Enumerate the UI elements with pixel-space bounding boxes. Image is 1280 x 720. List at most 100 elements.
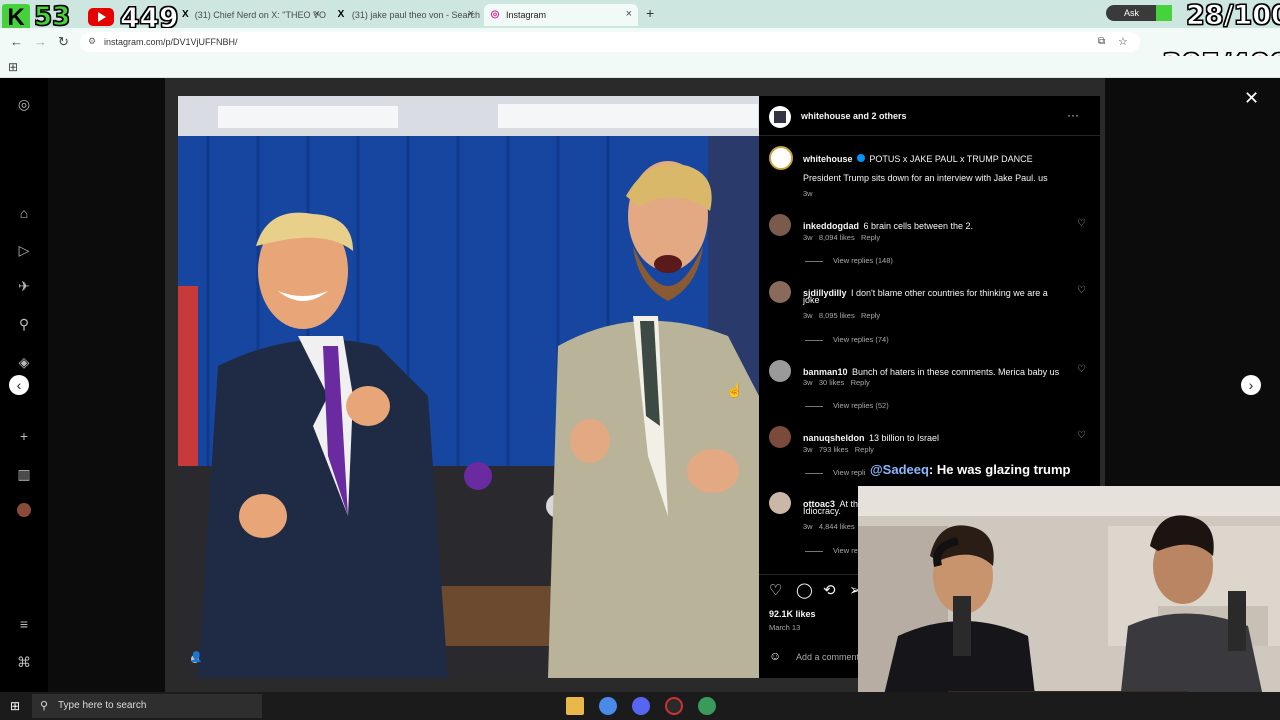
like-comment-icon[interactable]: ♡	[1077, 430, 1086, 441]
replies-line	[805, 550, 823, 552]
x-icon: X	[182, 9, 189, 20]
reply-button[interactable]: Reply	[861, 311, 880, 320]
post-header: whitehouse and 2 others ···	[759, 96, 1100, 136]
close-tab-icon[interactable]: ×	[626, 8, 632, 20]
search-icon[interactable]: ⚲	[14, 314, 34, 334]
explore-icon[interactable]: ✈	[14, 276, 34, 296]
url-field[interactable]: ⚙ instagram.com/p/DV1VjUFFNBH/	[80, 32, 1140, 52]
chrome-icon[interactable]	[599, 697, 617, 715]
instagram-logo-icon[interactable]: ◎	[14, 94, 34, 114]
comment-row: nanuqsheldon 13 billion to Israel	[803, 428, 939, 446]
view-replies-button[interactable]: View repli	[805, 468, 865, 477]
comment-meta: 3w 4,844 likes	[803, 522, 855, 531]
dashboard-icon[interactable]: ▥	[14, 464, 34, 484]
comment-username[interactable]: nanuqsheldon	[803, 433, 865, 443]
comment-row: sjdillydilly I don't blame other countri…	[803, 283, 1048, 301]
view-replies-button[interactable]: View re	[805, 546, 858, 555]
comment-meta: 3w 8,094 likes Reply	[803, 233, 880, 242]
caption-body: President Trump sits down for an intervi…	[803, 173, 1048, 183]
tab-jake-paul-search[interactable]: X (31) jake paul theo von - Search ×	[330, 4, 480, 26]
comment-avatar[interactable]	[769, 281, 791, 303]
comment-likes[interactable]: 4,844 likes	[819, 522, 855, 531]
reply-button[interactable]: Reply	[855, 445, 874, 454]
comment-icon[interactable]: ◯	[796, 581, 813, 599]
comment-username[interactable]: inkeddogdad	[803, 221, 859, 231]
comment-text: 6 brain cells between the 2.	[863, 221, 974, 231]
repost-icon[interactable]: ⟲	[823, 581, 836, 599]
comment-time: 3w	[803, 522, 813, 531]
comment-text: At thi	[839, 499, 860, 509]
view-replies-button[interactable]: View replies (52)	[805, 401, 889, 410]
view-replies-button[interactable]: View replies (74)	[805, 335, 889, 344]
comment-meta: 3w 793 likes Reply	[803, 445, 874, 454]
like-comment-icon[interactable]: ♡	[1077, 218, 1086, 229]
site-info-icon[interactable]: ⚙	[88, 36, 96, 47]
compass-icon[interactable]: ◈	[14, 352, 34, 372]
taskbar-search-box[interactable]: ⚲ Type here to search	[32, 694, 262, 718]
comment-text: Bunch of haters in these comments. Meric…	[851, 367, 1060, 377]
close-tab-icon[interactable]: ×	[468, 8, 474, 20]
install-icon[interactable]: ⧉	[1098, 36, 1105, 47]
comment-meta: 3w 8,095 likes Reply	[803, 311, 880, 320]
author-avatar[interactable]	[769, 106, 791, 128]
like-icon[interactable]: ♡	[769, 581, 782, 599]
comment-avatar[interactable]	[769, 426, 791, 448]
view-replies-button[interactable]: View replies (148)	[805, 256, 893, 265]
caption-author-avatar[interactable]	[769, 146, 793, 170]
menu-icon[interactable]: ≡	[14, 614, 34, 634]
forward-icon[interactable]: →	[34, 34, 47, 49]
apps-grid-icon[interactable]: ⊞	[8, 60, 18, 74]
obs-icon[interactable]	[665, 697, 683, 715]
new-tab-button[interactable]: +	[646, 5, 654, 21]
comment-avatar[interactable]	[769, 360, 791, 382]
comment-text: 13 billion to Israel	[868, 433, 939, 443]
comment-likes[interactable]: 30 likes	[819, 378, 844, 387]
threads-icon[interactable]: ⌘	[14, 652, 34, 672]
post-photo-illustration	[178, 96, 759, 678]
caption-line: whitehouse POTUS x JAKE PAUL x TRUMP DAN…	[803, 149, 1033, 167]
comment-likes[interactable]: 793 likes	[819, 445, 849, 454]
like-comment-icon[interactable]: ♡	[1077, 285, 1086, 296]
windows-start-icon[interactable]: ⊞	[10, 699, 20, 713]
bookmarks-bar: ⊞	[0, 56, 1280, 78]
k-logo-icon	[1156, 5, 1172, 21]
prev-post-arrow-icon[interactable]: ‹	[9, 375, 29, 395]
next-post-arrow-icon[interactable]: ›	[1241, 375, 1261, 395]
like-comment-icon[interactable]: ♡	[1077, 364, 1086, 375]
tab-chief-nerd[interactable]: X (31) Chief Nerd on X: "THEO VO ×	[176, 4, 326, 26]
replies-line	[805, 260, 823, 262]
close-tab-icon[interactable]: ×	[314, 8, 320, 20]
file-explorer-icon[interactable]	[566, 697, 584, 715]
home-icon[interactable]: ⌂	[14, 203, 34, 223]
comment-likes[interactable]: 8,095 likes	[819, 311, 855, 320]
caption-author[interactable]: whitehouse	[803, 154, 853, 164]
profile-avatar-icon[interactable]	[14, 502, 34, 522]
comment-avatar[interactable]	[769, 492, 791, 514]
more-options-icon[interactable]: ···	[1067, 108, 1079, 122]
tab-label: (31) Chief Nerd on X: "THEO VO	[194, 10, 326, 20]
discord-icon[interactable]	[632, 697, 650, 715]
create-icon[interactable]: +	[14, 426, 34, 446]
close-modal-icon[interactable]: ✕	[1244, 88, 1259, 109]
tab-instagram[interactable]: ◎ Instagram ×	[484, 4, 638, 26]
reply-button[interactable]: Reply	[851, 378, 870, 387]
x-icon: X	[337, 9, 345, 20]
address-bar-row: ← → ↻ ⚙ instagram.com/p/DV1VjUFFNBH/ ⧉ ☆	[0, 28, 1280, 56]
back-icon[interactable]: ←	[10, 34, 23, 49]
add-comment-input[interactable]: Add a comment...	[796, 652, 867, 662]
header-username[interactable]: whitehouse and 2 others	[801, 111, 907, 121]
reels-icon[interactable]: ▷	[14, 240, 34, 260]
likes-count[interactable]: 92.1K likes	[769, 609, 816, 619]
bookmark-star-icon[interactable]: ☆	[1118, 35, 1128, 48]
reply-button[interactable]: Reply	[861, 233, 880, 242]
ask-button[interactable]: Ask	[1106, 5, 1172, 21]
comment-likes[interactable]: 8,094 likes	[819, 233, 855, 242]
reload-icon[interactable]: ↻	[58, 34, 69, 50]
comment-avatar[interactable]	[769, 214, 791, 236]
comment-username[interactable]: banman10	[803, 367, 848, 377]
emoji-icon[interactable]: ☺	[769, 649, 781, 663]
chrome-profile-icon[interactable]	[698, 697, 716, 715]
caption-time: 3w	[803, 189, 813, 198]
tagged-users-icon[interactable]: 👤	[190, 652, 202, 663]
webcam-overlay	[858, 486, 1280, 720]
